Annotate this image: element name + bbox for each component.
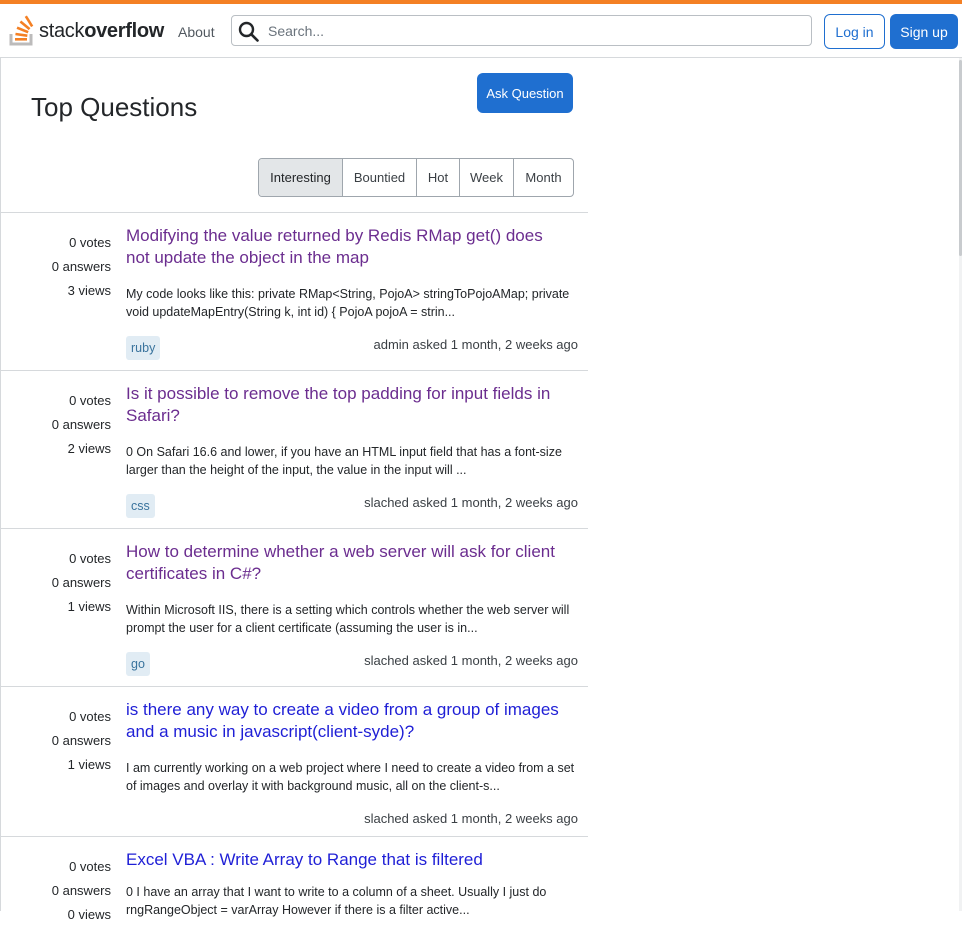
question-excerpt: My code looks like this: private RMap<St… [126, 287, 570, 319]
view-count: 3 views [67, 283, 111, 298]
site-logo[interactable]: stackoverflow [8, 15, 164, 47]
question-item: 0 votes 0 answers 1 views How to determi… [0, 528, 588, 686]
vote-count: 0 votes [69, 859, 111, 874]
view-count: 0 views [67, 907, 111, 922]
stackoverflow-logo-icon [9, 15, 34, 46]
question-stats: 0 votes 0 answers 2 views [52, 389, 111, 461]
question-meta: slached asked 1 month, 2 weeks ago [364, 495, 578, 510]
question-excerpt: Within Microsoft IIS, there is a setting… [126, 603, 570, 635]
question-meta: admin asked 1 month, 2 weeks ago [373, 337, 578, 352]
filter-week[interactable]: Week [459, 159, 513, 196]
question-item: 0 votes 0 answers 0 views Excel VBA : Wr… [0, 836, 588, 922]
view-count: 1 views [67, 599, 111, 614]
answer-count: 0 answers [51, 417, 111, 432]
question-title-link[interactable]: is there any way to create a video from … [126, 699, 566, 743]
question-tag[interactable]: go [126, 652, 150, 676]
question-item: 0 votes 0 answers 2 views Is it possible… [0, 370, 588, 528]
ask-question-button[interactable]: Ask Question [477, 73, 573, 113]
question-item: 0 votes 0 answers 1 views is there any w… [0, 686, 588, 836]
question-excerpt: 0 On Safari 16.6 and lower, if you have … [126, 445, 562, 477]
question-tag[interactable]: ruby [126, 336, 161, 360]
question-filter-group: Interesting Bountied Hot Week Month [258, 158, 574, 197]
question-item: 0 votes 0 answers 3 views Modifying the … [0, 212, 588, 370]
question-meta: slached asked 1 month, 2 weeks ago [364, 811, 578, 826]
about-link[interactable]: About [178, 24, 215, 40]
logo-wordmark: stackoverflow [39, 20, 164, 43]
question-title-link[interactable]: How to determine whether a web server wi… [126, 541, 566, 585]
question-stats: 0 votes 0 answers 1 views [52, 547, 111, 619]
vote-count: 0 votes [69, 393, 111, 408]
search-box[interactable] [231, 15, 812, 46]
answer-count: 0 answers [51, 575, 111, 590]
search-input[interactable] [266, 20, 800, 42]
vote-count: 0 votes [69, 551, 111, 566]
vote-count: 0 votes [69, 235, 111, 250]
view-count: 1 views [67, 757, 111, 772]
filter-month[interactable]: Month [513, 159, 573, 196]
site-header: stackoverflow About Log in Sign up [0, 4, 962, 58]
answer-count: 0 answers [51, 733, 111, 748]
filter-interesting[interactable]: Interesting [259, 159, 342, 196]
page-title: Top Questions [31, 92, 198, 122]
answer-count: 0 answers [51, 883, 111, 898]
question-list: 0 votes 0 answers 3 views Modifying the … [0, 212, 588, 922]
question-meta: slached asked 1 month, 2 weeks ago [364, 653, 578, 668]
question-excerpt: 0 I have an array that I want to write t… [126, 885, 547, 917]
vote-count: 0 votes [69, 709, 111, 724]
question-excerpt: I am currently working on a web project … [126, 761, 575, 793]
logo-text-bold: overflow [84, 19, 165, 42]
question-tag[interactable]: css [126, 494, 155, 518]
filter-bountied[interactable]: Bountied [342, 159, 416, 196]
signup-button[interactable]: Sign up [890, 14, 958, 49]
logo-text-light: stack [39, 19, 85, 42]
question-title-link[interactable]: Excel VBA : Write Array to Range that is… [126, 849, 566, 871]
view-count: 2 views [67, 441, 111, 456]
filter-hot[interactable]: Hot [416, 159, 459, 196]
answer-count: 0 answers [51, 259, 111, 274]
search-icon [238, 21, 259, 42]
question-stats: 0 votes 0 answers 1 views [52, 705, 111, 777]
question-title-link[interactable]: Modifying the value returned by Redis RM… [126, 225, 566, 269]
question-stats: 0 votes 0 answers 0 views [52, 855, 111, 927]
login-button[interactable]: Log in [824, 14, 885, 49]
question-stats: 0 votes 0 answers 3 views [52, 231, 111, 303]
question-title-link[interactable]: Is it possible to remove the top padding… [126, 383, 566, 427]
